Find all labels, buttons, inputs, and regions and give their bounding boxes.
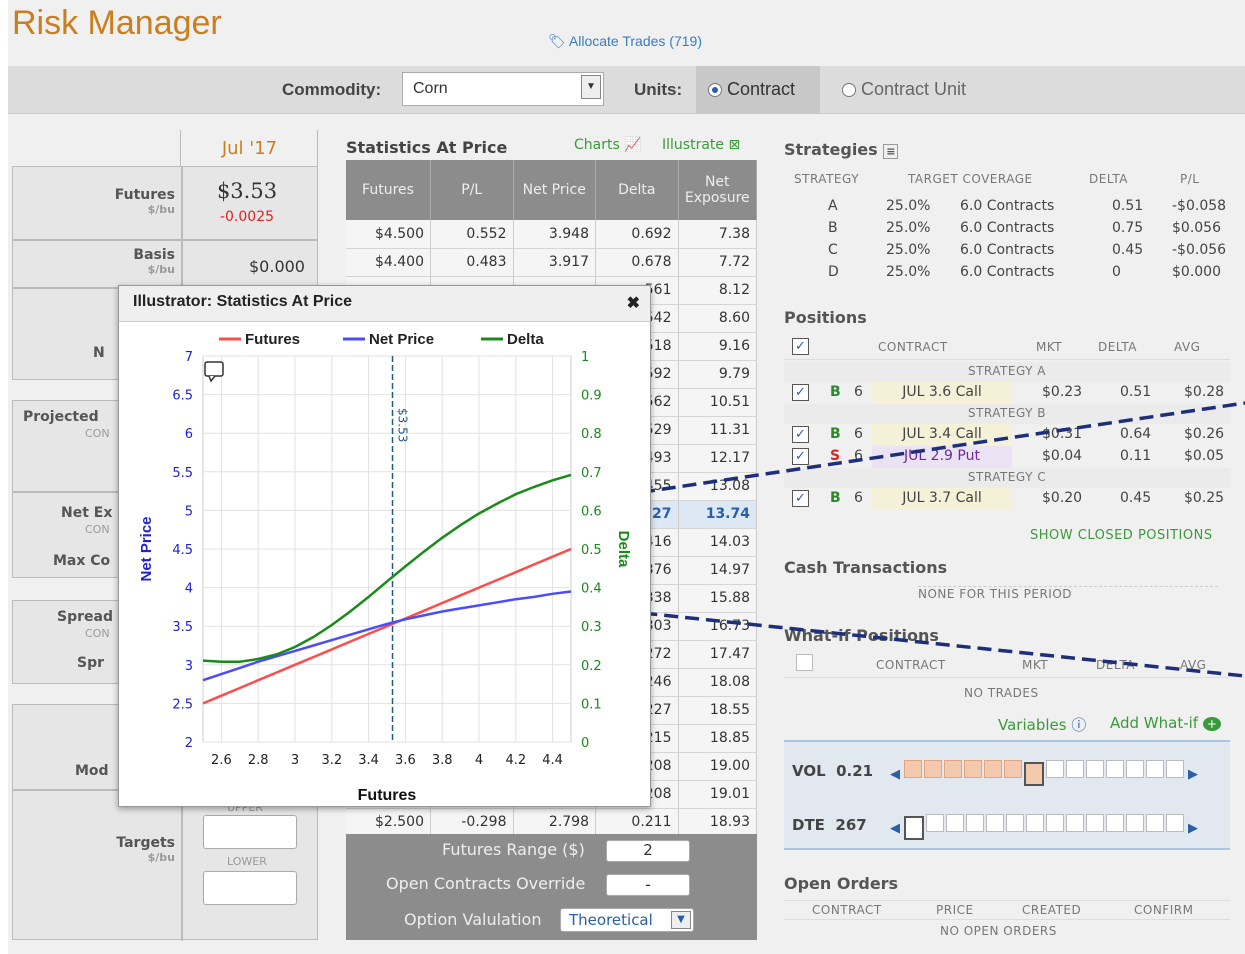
y2-axis-title: Delta [615,531,632,568]
x-tick-label: 3.4 [358,753,379,768]
y2-tick-label: 0.7 [581,466,602,481]
legend-label: Delta [507,331,544,348]
price-marker-label: $3.53 [396,408,410,442]
y-tick-label: 4.5 [172,543,193,558]
legend-label: Futures [245,331,300,348]
y2-tick-label: 0.3 [581,620,602,635]
y2-tick-label: 0 [581,736,589,751]
legend-label: Net Price [369,331,434,348]
x-tick-label: 3.8 [432,753,453,768]
y2-tick-label: 1 [581,350,589,365]
close-icon[interactable]: ✖ [627,293,640,313]
x-tick-label: 3.6 [395,753,416,768]
y-tick-label: 2 [185,736,193,751]
y2-tick-label: 0.1 [581,697,602,712]
x-tick-label: 4.2 [505,753,526,768]
y-tick-label: 3.5 [172,620,193,635]
illustrator-popup: Illustrator: Statistics At Price ✖ 2 2.5 3… [118,285,651,807]
y2-tick-label: 0.9 [581,389,602,404]
y-tick-label: 6.5 [172,389,193,404]
y-tick-label: 3 [185,659,193,674]
x-tick-label: 4 [475,753,483,768]
popup-header: Illustrator: Statistics At Price ✖ [119,286,650,322]
y-tick-label: 4 [185,582,193,597]
y2-tick-label: 0.5 [581,543,602,558]
y2-tick-label: 0.4 [581,582,602,597]
y-axis-title: Net Price [138,516,155,581]
y2-tick-label: 0.6 [581,504,602,519]
x-tick-label: 3 [291,753,299,768]
y2-tick-label: 0.8 [581,427,602,442]
y-tick-label: 5 [185,504,193,519]
popup-title: Illustrator: Statistics At Price [133,293,353,310]
x-tick-label: 3.2 [321,753,342,768]
x-tick-label: 2.8 [248,753,269,768]
x-axis-title: Futures [358,787,417,804]
illustrator-chart: 2 2.5 3 3.5 4 4.5 5 5.5 6 6.5 7 0 0.1 0.2 0.3 0.4 0.5 0.6… [138,331,632,804]
y-tick-label: 6 [185,427,193,442]
x-tick-label: 4.4 [542,753,563,768]
y-tick-label: 2.5 [172,697,193,712]
y2-tick-label: 0.2 [581,659,602,674]
x-tick-label: 2.6 [211,753,232,768]
y-tick-label: 7 [185,350,193,365]
comment-icon [204,361,224,377]
y-tick-label: 5.5 [172,466,193,481]
